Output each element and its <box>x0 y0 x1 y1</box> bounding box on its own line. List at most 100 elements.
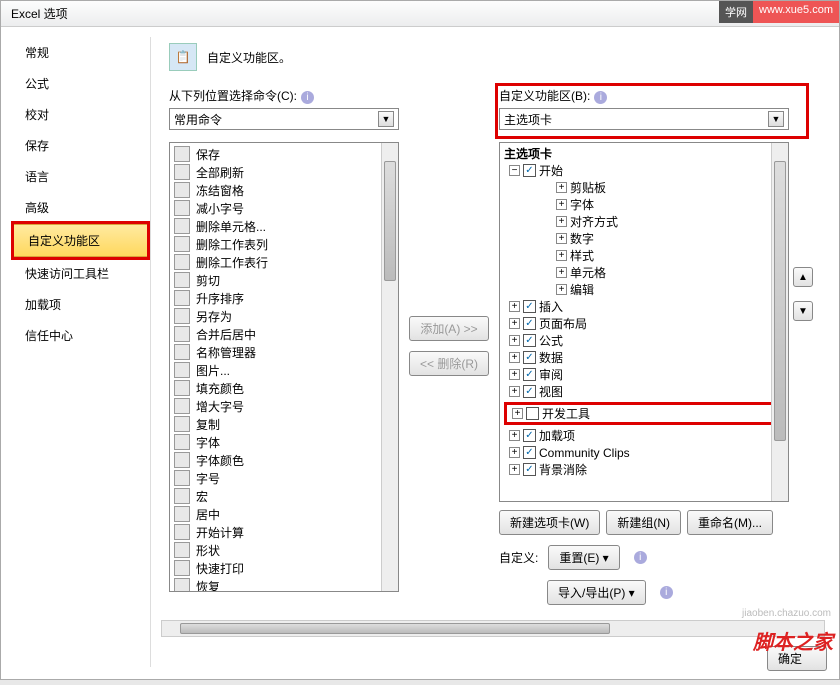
tree-node[interactable]: +✓插入 <box>509 298 784 315</box>
sidebar-item-customize-ribbon[interactable]: 自定义功能区 <box>14 224 147 257</box>
expand-icon[interactable]: + <box>556 182 567 193</box>
expand-icon[interactable]: + <box>556 199 567 210</box>
checkbox[interactable]: ✓ <box>523 351 536 364</box>
expand-icon[interactable]: + <box>509 386 520 397</box>
command-item[interactable]: 图片... <box>172 361 396 379</box>
command-item[interactable]: 另存为 <box>172 307 396 325</box>
command-item[interactable]: 删除单元格... <box>172 217 396 235</box>
sidebar-item-formulas[interactable]: 公式 <box>11 68 150 99</box>
info-icon[interactable]: i <box>594 91 607 104</box>
expand-icon[interactable]: + <box>509 430 520 441</box>
checkbox[interactable]: ✓ <box>523 300 536 313</box>
command-item[interactable]: 填充颜色▸ <box>172 379 396 397</box>
scrollbar-vertical[interactable] <box>771 143 788 501</box>
command-item[interactable]: 宏 <box>172 487 396 505</box>
info-icon[interactable]: i <box>634 551 647 564</box>
command-item[interactable]: 冻结窗格▸ <box>172 181 396 199</box>
move-down-button[interactable]: ▼ <box>793 301 813 321</box>
sidebar-item-proofing[interactable]: 校对 <box>11 99 150 130</box>
scrollbar-vertical[interactable] <box>381 143 398 591</box>
tree-child-node[interactable]: +数字 <box>556 230 784 247</box>
tree-child-node[interactable]: +字体 <box>556 196 784 213</box>
sidebar-item-language[interactable]: 语言 <box>11 161 150 192</box>
commands-listbox[interactable]: 保存全部刷新冻结窗格▸减小字号删除单元格...删除工作表列删除工作表行剪切升序排… <box>169 142 399 592</box>
command-item[interactable]: 减小字号 <box>172 199 396 217</box>
sidebar-item-advanced[interactable]: 高级 <box>11 192 150 223</box>
rename-button[interactable]: 重命名(M)... <box>687 510 773 535</box>
tree-node[interactable]: −✓开始 <box>509 162 784 179</box>
command-item[interactable]: 全部刷新 <box>172 163 396 181</box>
ribbon-scope-select[interactable]: 主选项卡▼ <box>499 108 789 130</box>
move-up-button[interactable]: ▲ <box>793 267 813 287</box>
expand-icon[interactable]: + <box>509 352 520 363</box>
sidebar-item-trust[interactable]: 信任中心 <box>11 320 150 351</box>
new-group-button[interactable]: 新建组(N) <box>606 510 681 535</box>
checkbox[interactable]: ✓ <box>523 334 536 347</box>
tree-child-node[interactable]: +编辑 <box>556 281 784 298</box>
command-item[interactable]: 快速打印 <box>172 559 396 577</box>
tree-child-node[interactable]: +对齐方式 <box>556 213 784 230</box>
scrollbar-horizontal[interactable] <box>161 620 825 637</box>
command-item[interactable]: 名称管理器 <box>172 343 396 361</box>
new-tab-button[interactable]: 新建选项卡(W) <box>499 510 600 535</box>
tree-node[interactable]: +✓数据 <box>509 349 784 366</box>
command-item[interactable]: 复制 <box>172 415 396 433</box>
sidebar-item-save[interactable]: 保存 <box>11 130 150 161</box>
expand-icon[interactable]: + <box>509 369 520 380</box>
tree-node[interactable]: +✓Community Clips <box>509 444 784 461</box>
tree-child-node[interactable]: +剪贴板 <box>556 179 784 196</box>
expand-icon[interactable]: + <box>509 447 520 458</box>
sidebar-item-general[interactable]: 常规 <box>11 37 150 68</box>
expand-icon[interactable]: + <box>512 408 523 419</box>
checkbox[interactable]: ✓ <box>523 164 536 177</box>
tree-child-node[interactable]: +样式 <box>556 247 784 264</box>
tree-node[interactable]: +✓公式 <box>509 332 784 349</box>
expand-icon[interactable]: + <box>556 284 567 295</box>
tree-child-node[interactable]: +单元格 <box>556 264 784 281</box>
ribbon-tree[interactable]: 主选项卡−✓开始+剪贴板+字体+对齐方式+数字+样式+单元格+编辑+✓插入+✓页… <box>499 142 789 502</box>
command-item[interactable]: 剪切 <box>172 271 396 289</box>
tree-node[interactable]: +✓背景消除 <box>509 461 784 478</box>
reset-button[interactable]: 重置(E) ▾ <box>548 545 619 570</box>
command-item[interactable]: 居中 <box>172 505 396 523</box>
command-item[interactable]: 开始计算 <box>172 523 396 541</box>
tree-node[interactable]: +✓加载项 <box>509 427 784 444</box>
command-item[interactable]: 形状▸ <box>172 541 396 559</box>
checkbox[interactable]: ✓ <box>523 446 536 459</box>
expand-icon[interactable]: + <box>556 233 567 244</box>
commands-source-select[interactable]: 常用命令▼ <box>169 108 399 130</box>
command-item[interactable]: 删除工作表列 <box>172 235 396 253</box>
expand-icon[interactable]: + <box>556 267 567 278</box>
tree-node[interactable]: +✓页面布局 <box>509 315 784 332</box>
info-icon[interactable]: i <box>660 586 673 599</box>
expand-icon[interactable]: − <box>509 165 520 176</box>
command-item[interactable]: 字体颜色▸ <box>172 451 396 469</box>
expand-icon[interactable]: + <box>509 318 520 329</box>
command-item[interactable]: 恢复▸ <box>172 577 396 592</box>
command-item[interactable]: 保存 <box>172 145 396 163</box>
command-item[interactable]: 升序排序 <box>172 289 396 307</box>
sidebar-item-qat[interactable]: 快速访问工具栏 <box>11 258 150 289</box>
expand-icon[interactable]: + <box>509 335 520 346</box>
expand-icon[interactable]: + <box>509 464 520 475</box>
checkbox[interactable]: ✓ <box>523 429 536 442</box>
checkbox[interactable] <box>526 407 539 420</box>
info-icon[interactable]: i <box>301 91 314 104</box>
add-button[interactable]: 添加(A) >> <box>409 316 488 341</box>
expand-icon[interactable]: + <box>556 250 567 261</box>
expand-icon[interactable]: + <box>556 216 567 227</box>
command-item[interactable]: 删除工作表行 <box>172 253 396 271</box>
checkbox[interactable]: ✓ <box>523 463 536 476</box>
checkbox[interactable]: ✓ <box>523 385 536 398</box>
tree-node[interactable]: +✓视图 <box>509 383 784 400</box>
checkbox[interactable]: ✓ <box>523 317 536 330</box>
checkbox[interactable]: ✓ <box>523 368 536 381</box>
command-item[interactable]: 字体▸ <box>172 433 396 451</box>
command-item[interactable]: 字号▸ <box>172 469 396 487</box>
expand-icon[interactable]: + <box>509 301 520 312</box>
sidebar-item-addins[interactable]: 加载项 <box>11 289 150 320</box>
remove-button[interactable]: << 删除(R) <box>409 351 489 376</box>
tree-node[interactable]: +开发工具 <box>512 405 781 422</box>
tree-node[interactable]: +✓审阅 <box>509 366 784 383</box>
command-item[interactable]: 增大字号 <box>172 397 396 415</box>
